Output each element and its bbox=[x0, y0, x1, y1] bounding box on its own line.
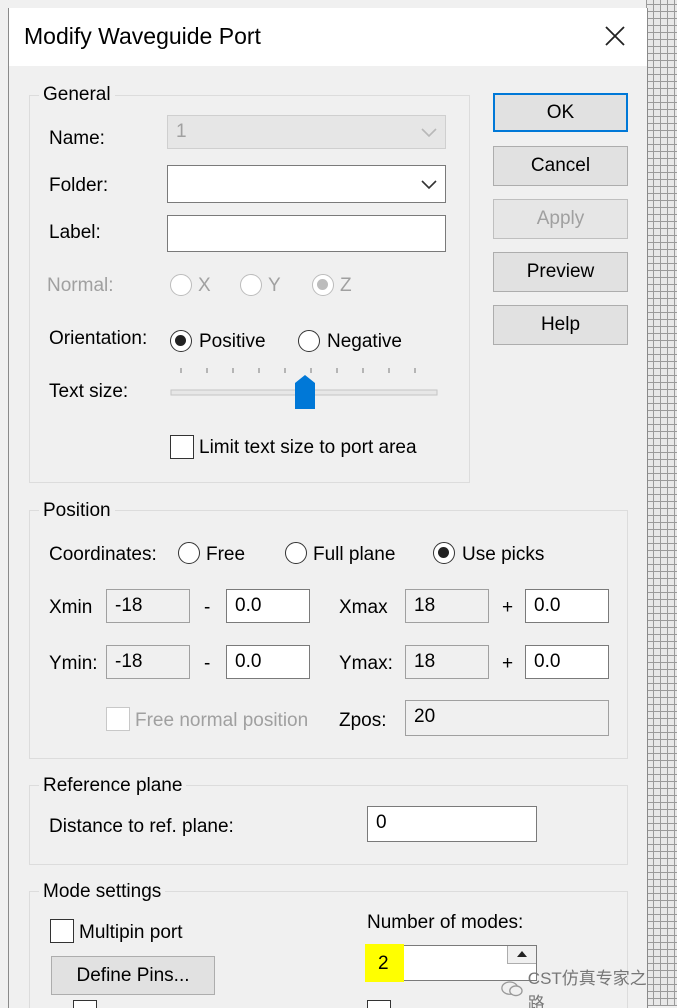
ymax-field: 18 bbox=[405, 645, 489, 679]
title-bar: Modify Waveguide Port bbox=[9, 8, 647, 66]
chevron-down-icon bbox=[421, 128, 437, 138]
ymin-offset-input[interactable]: 0.0 bbox=[226, 645, 310, 679]
distance-input[interactable]: 0 bbox=[367, 806, 537, 842]
ymax-label: Ymax: bbox=[339, 653, 393, 674]
coordinates-full-plane-label: Full plane bbox=[313, 544, 396, 565]
number-of-modes-value: 2 bbox=[378, 953, 389, 974]
coordinates-use-picks-label: Use picks bbox=[462, 544, 545, 565]
xmax-label: Xmax bbox=[339, 597, 388, 618]
normal-z-radio bbox=[312, 274, 334, 296]
mode-settings-legend: Mode settings bbox=[39, 881, 166, 903]
coordinates-label: Coordinates: bbox=[49, 544, 157, 565]
folder-dropdown[interactable] bbox=[167, 165, 446, 203]
coordinates-full-plane-radio[interactable] bbox=[285, 542, 307, 564]
normal-y-radio bbox=[240, 274, 262, 296]
label-input[interactable] bbox=[167, 215, 446, 252]
multipin-port-label: Multipin port bbox=[79, 922, 183, 943]
background-mesh-view bbox=[646, 0, 677, 1006]
name-label: Name: bbox=[49, 128, 105, 149]
text-size-slider[interactable] bbox=[169, 363, 441, 413]
coordinates-use-picks-radio[interactable] bbox=[433, 542, 455, 564]
coordinates-free-label: Free bbox=[206, 544, 246, 565]
close-icon[interactable] bbox=[603, 24, 627, 48]
watermark: CST仿真专家之路 bbox=[501, 964, 647, 1008]
normal-z-label: Z bbox=[340, 275, 352, 296]
free-normal-position-checkbox bbox=[106, 707, 130, 731]
chevron-down-icon bbox=[421, 180, 437, 190]
xmin-field: -18 bbox=[106, 589, 190, 623]
limit-text-size-label: Limit text size to port area bbox=[199, 437, 417, 458]
position-legend: Position bbox=[39, 500, 115, 522]
spin-up-button[interactable] bbox=[507, 946, 536, 964]
xmax-field: 18 bbox=[405, 589, 489, 623]
free-normal-position-label: Free normal position bbox=[135, 710, 309, 731]
number-of-modes-label: Number of modes: bbox=[367, 912, 524, 933]
general-legend: General bbox=[39, 84, 115, 106]
wechat-icon bbox=[501, 981, 523, 997]
modify-waveguide-port-dialog: Modify Waveguide Port General Name: 1 Fo… bbox=[8, 8, 648, 1008]
xmin-label: Xmin bbox=[49, 597, 93, 618]
name-field: 1 bbox=[167, 115, 446, 149]
bottom-checkbox-left[interactable] bbox=[73, 1000, 97, 1008]
orientation-positive-radio[interactable] bbox=[170, 330, 192, 352]
orientation-label: Orientation: bbox=[49, 328, 148, 349]
reference-plane-legend: Reference plane bbox=[39, 775, 187, 797]
multipin-port-checkbox[interactable] bbox=[50, 919, 74, 943]
watermark-text: CST仿真专家之路 bbox=[527, 969, 647, 1008]
dialog-title: Modify Waveguide Port bbox=[24, 23, 261, 49]
bottom-checkbox-right[interactable] bbox=[367, 1000, 391, 1008]
zpos-field: 20 bbox=[405, 700, 609, 736]
preview-button[interactable]: Preview bbox=[493, 252, 628, 292]
coordinates-free-radio[interactable] bbox=[178, 542, 200, 564]
orientation-positive-label: Positive bbox=[199, 331, 266, 352]
spin-up-icon bbox=[517, 951, 527, 957]
xmin-offset-input[interactable]: 0.0 bbox=[226, 589, 310, 623]
ymin-minus: - bbox=[204, 653, 211, 674]
apply-button: Apply bbox=[493, 199, 628, 239]
text-size-label: Text size: bbox=[49, 381, 129, 402]
cancel-button[interactable]: Cancel bbox=[493, 146, 628, 186]
normal-x-label: X bbox=[198, 275, 211, 296]
limit-text-size-checkbox[interactable] bbox=[170, 435, 194, 459]
label-label: Label: bbox=[49, 222, 101, 243]
orientation-negative-radio[interactable] bbox=[298, 330, 320, 352]
ymin-label: Ymin: bbox=[49, 653, 98, 674]
ok-button[interactable]: OK bbox=[493, 93, 628, 132]
distance-label: Distance to ref. plane: bbox=[49, 816, 234, 837]
xmax-plus: + bbox=[502, 597, 514, 618]
define-pins-button[interactable]: Define Pins... bbox=[51, 956, 215, 995]
ymax-plus: + bbox=[502, 653, 514, 674]
slider-thumb bbox=[295, 375, 315, 409]
ymin-field: -18 bbox=[106, 645, 190, 679]
ymax-offset-input[interactable]: 0.0 bbox=[525, 645, 609, 679]
normal-label: Normal: bbox=[47, 275, 114, 296]
xmin-minus: - bbox=[204, 597, 211, 618]
xmax-offset-input[interactable]: 0.0 bbox=[525, 589, 609, 623]
normal-y-label: Y bbox=[268, 275, 281, 296]
help-button[interactable]: Help bbox=[493, 305, 628, 345]
name-value: 1 bbox=[176, 121, 187, 142]
zpos-label: Zpos: bbox=[339, 710, 387, 731]
normal-x-radio bbox=[170, 274, 192, 296]
folder-label: Folder: bbox=[49, 175, 109, 196]
orientation-negative-label: Negative bbox=[327, 331, 402, 352]
